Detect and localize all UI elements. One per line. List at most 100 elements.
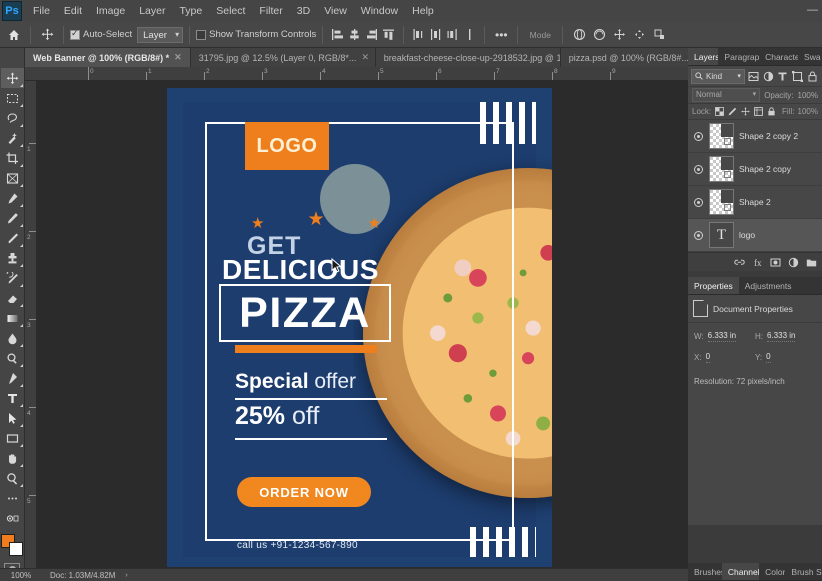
tab-color[interactable]: Color (759, 563, 785, 580)
3d-roll-icon[interactable] (589, 25, 609, 45)
type-tool[interactable] (1, 388, 24, 408)
tab-properties[interactable]: Properties (688, 277, 739, 294)
change-screen-mode-icon[interactable] (1, 508, 24, 528)
tab-brushes[interactable]: Brushes (688, 563, 722, 580)
layer-row-shape-2-copy-2[interactable]: Shape 2 copy 2 (688, 120, 822, 153)
layer-thumbnail[interactable] (709, 189, 734, 215)
menu-help[interactable]: Help (405, 2, 441, 20)
shape-filter-icon[interactable] (791, 69, 804, 84)
align-right-edges-icon[interactable] (363, 26, 380, 44)
clone-stamp-tool[interactable] (1, 248, 24, 268)
color-swatches[interactable] (0, 534, 24, 558)
smart-object-filter-icon[interactable] (806, 69, 819, 84)
show-transform-controls-checkbox[interactable]: Show Transform Controls (196, 29, 316, 40)
layer-row-logo[interactable]: T logo (688, 219, 822, 252)
menu-image[interactable]: Image (89, 2, 132, 20)
menu-window[interactable]: Window (354, 2, 405, 20)
blend-mode-select[interactable]: Normal (692, 88, 760, 102)
layer-row-shape-2-copy[interactable]: Shape 2 copy (688, 153, 822, 186)
artboard[interactable]: LOGO ★ ★ ★ GET DELICIOUS PIZZA (167, 88, 552, 567)
auto-select-checkbox[interactable]: Auto-Select (70, 29, 132, 40)
layer-visibility-icon[interactable] (692, 196, 704, 208)
3d-pan-icon[interactable] (609, 25, 629, 45)
order-now-button[interactable]: ORDER NOW (237, 477, 371, 507)
crop-tool[interactable] (1, 148, 24, 168)
rectangle-tool[interactable] (1, 428, 24, 448)
new-group-icon[interactable] (804, 255, 818, 269)
distribute-vertical-icon[interactable] (461, 26, 478, 44)
menu-layer[interactable]: Layer (132, 2, 172, 20)
lock-transparent-icon[interactable] (714, 105, 724, 118)
adjustment-filter-icon[interactable] (762, 69, 775, 84)
3d-scale-icon[interactable] (649, 25, 669, 45)
y-value[interactable]: 0 (766, 352, 770, 363)
doc-tab-web-banner[interactable]: Web Banner @ 100% (RGB/8#) * ✕ (25, 48, 191, 67)
spot-healing-brush-tool[interactable] (1, 208, 24, 228)
canvas-area[interactable]: LOGO ★ ★ ★ GET DELICIOUS PIZZA (37, 81, 688, 568)
distribute-right-icon[interactable] (444, 26, 461, 44)
dodge-tool[interactable] (1, 348, 24, 368)
zoom-level-field[interactable]: 100% (2, 571, 40, 580)
width-value[interactable]: 6.333 in (708, 331, 736, 342)
layer-mask-icon[interactable] (768, 255, 782, 269)
path-selection-tool[interactable] (1, 408, 24, 428)
lock-artboard-icon[interactable] (753, 105, 763, 118)
3d-slide-icon[interactable] (629, 25, 649, 45)
tab-character[interactable]: Character (759, 48, 798, 65)
pixel-filter-icon[interactable] (747, 69, 760, 84)
marquee-tool[interactable] (1, 88, 24, 108)
layer-visibility-icon[interactable] (692, 130, 704, 142)
menu-type[interactable]: Type (172, 2, 209, 20)
edit-toolbar-icon[interactable] (1, 488, 24, 508)
move-tool-icon[interactable] (37, 25, 57, 45)
more-options-icon[interactable]: ••• (491, 25, 511, 45)
quick-selection-tool[interactable] (1, 128, 24, 148)
menu-3d[interactable]: 3D (290, 2, 317, 20)
lock-image-icon[interactable] (727, 105, 737, 118)
distribute-left-icon[interactable] (410, 26, 427, 44)
height-value[interactable]: 6.333 in (767, 331, 795, 342)
align-horizontal-centers-icon[interactable] (346, 26, 363, 44)
x-value[interactable]: 0 (706, 352, 710, 363)
home-icon[interactable] (4, 25, 24, 45)
zoom-tool[interactable] (1, 468, 24, 488)
menu-select[interactable]: Select (209, 2, 252, 20)
layer-thumbnail-text[interactable]: T (709, 222, 734, 248)
menu-edit[interactable]: Edit (57, 2, 89, 20)
logo-badge[interactable]: LOGO (245, 122, 329, 170)
distribute-center-icon[interactable] (427, 26, 444, 44)
tab-paragraph[interactable]: Paragraph (718, 48, 759, 65)
3d-rotate-icon[interactable] (569, 25, 589, 45)
tab-swatches[interactable]: Swa (798, 48, 822, 65)
gradient-tool[interactable] (1, 308, 24, 328)
minimize-button[interactable]: — (807, 2, 818, 18)
menu-view[interactable]: View (317, 2, 354, 20)
close-icon[interactable]: ✕ (361, 52, 369, 63)
tab-brush-settings[interactable]: Brush Se (785, 563, 822, 580)
layer-scope-dropdown[interactable]: Layer (137, 27, 183, 43)
layer-visibility-icon[interactable] (692, 163, 704, 175)
layer-thumbnail[interactable] (709, 123, 734, 149)
layer-row-shape-2[interactable]: Shape 2 (688, 186, 822, 219)
type-filter-icon[interactable] (776, 69, 789, 84)
eraser-tool[interactable] (1, 288, 24, 308)
doc-tab-31795[interactable]: 31795.jpg @ 12.5% (Layer 0, RGB/8*... ✕ (191, 48, 376, 67)
align-top-edges-icon[interactable] (380, 26, 397, 44)
adjustment-layer-icon[interactable] (786, 255, 800, 269)
fill-value[interactable]: 100% (798, 107, 818, 116)
menu-file[interactable]: File (26, 2, 57, 20)
lock-all-icon[interactable] (766, 105, 776, 118)
history-brush-tool[interactable] (1, 268, 24, 288)
layer-thumbnail[interactable] (709, 156, 734, 182)
pen-tool[interactable] (1, 368, 24, 388)
blur-tool[interactable] (1, 328, 24, 348)
menu-filter[interactable]: Filter (252, 2, 289, 20)
layer-style-icon[interactable]: fx (750, 255, 764, 269)
hand-tool[interactable] (1, 448, 24, 468)
opacity-value[interactable]: 100% (798, 91, 818, 100)
close-icon[interactable]: ✕ (174, 52, 182, 63)
link-layers-icon[interactable] (732, 255, 746, 269)
brush-tool[interactable] (1, 228, 24, 248)
lock-position-icon[interactable] (740, 105, 750, 118)
layer-visibility-icon[interactable] (692, 229, 704, 241)
